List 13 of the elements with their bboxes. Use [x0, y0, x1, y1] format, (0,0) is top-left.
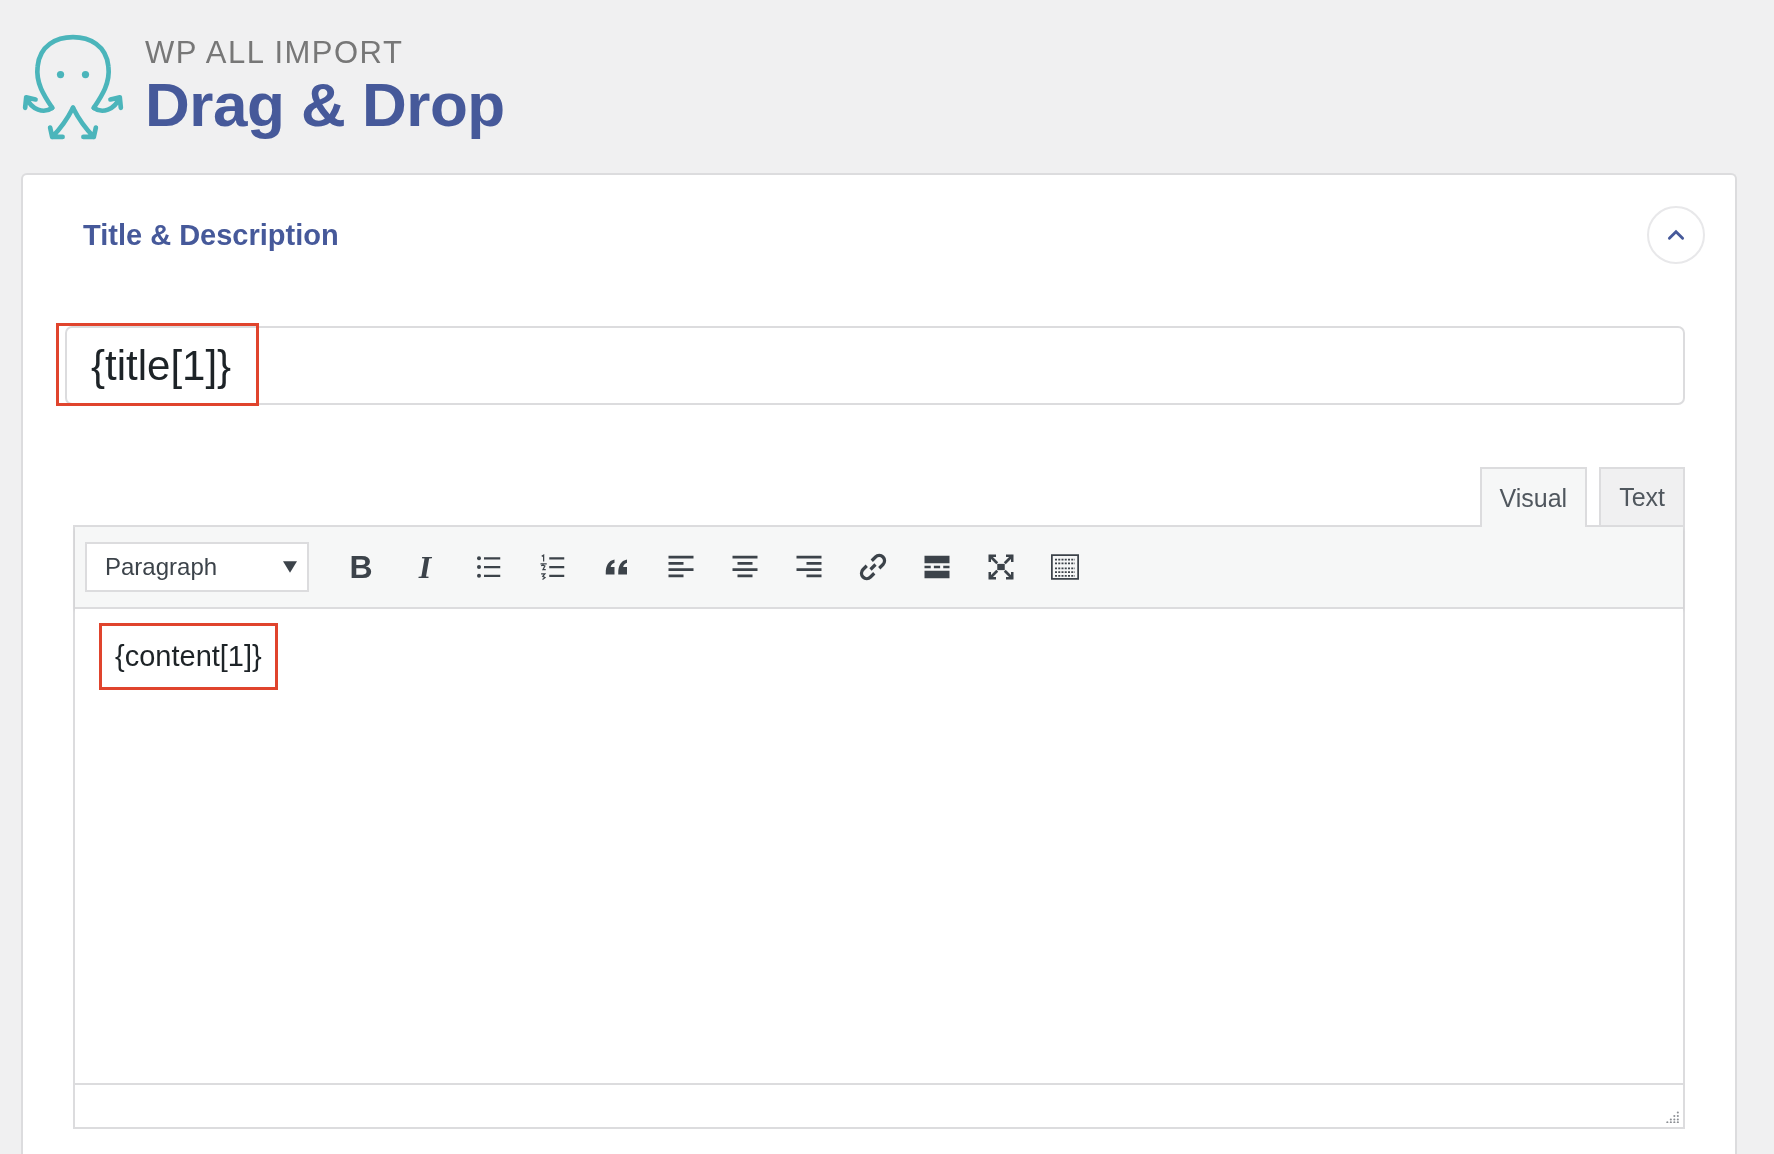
editor-tab[interactable]: Visual — [1479, 467, 1588, 527]
italic-button[interactable]: I — [393, 542, 457, 592]
format-dropdown[interactable]: Paragraph — [85, 542, 309, 592]
page-title: Drag & Drop — [145, 71, 505, 139]
brand-name: WP ALL IMPORT — [145, 35, 405, 71]
resize-handle-icon[interactable] — [1665, 1109, 1679, 1123]
octopus-logo-icon — [21, 32, 125, 142]
section-title: Title & Description — [83, 218, 339, 252]
editor-content-text[interactable]: {content[1]} — [99, 623, 278, 690]
caret-icon — [283, 561, 297, 573]
bold-button[interactable]: B — [329, 542, 393, 592]
editor-tab[interactable]: Text — [1599, 467, 1685, 525]
title-input[interactable]: {title[1]} — [65, 326, 1685, 405]
